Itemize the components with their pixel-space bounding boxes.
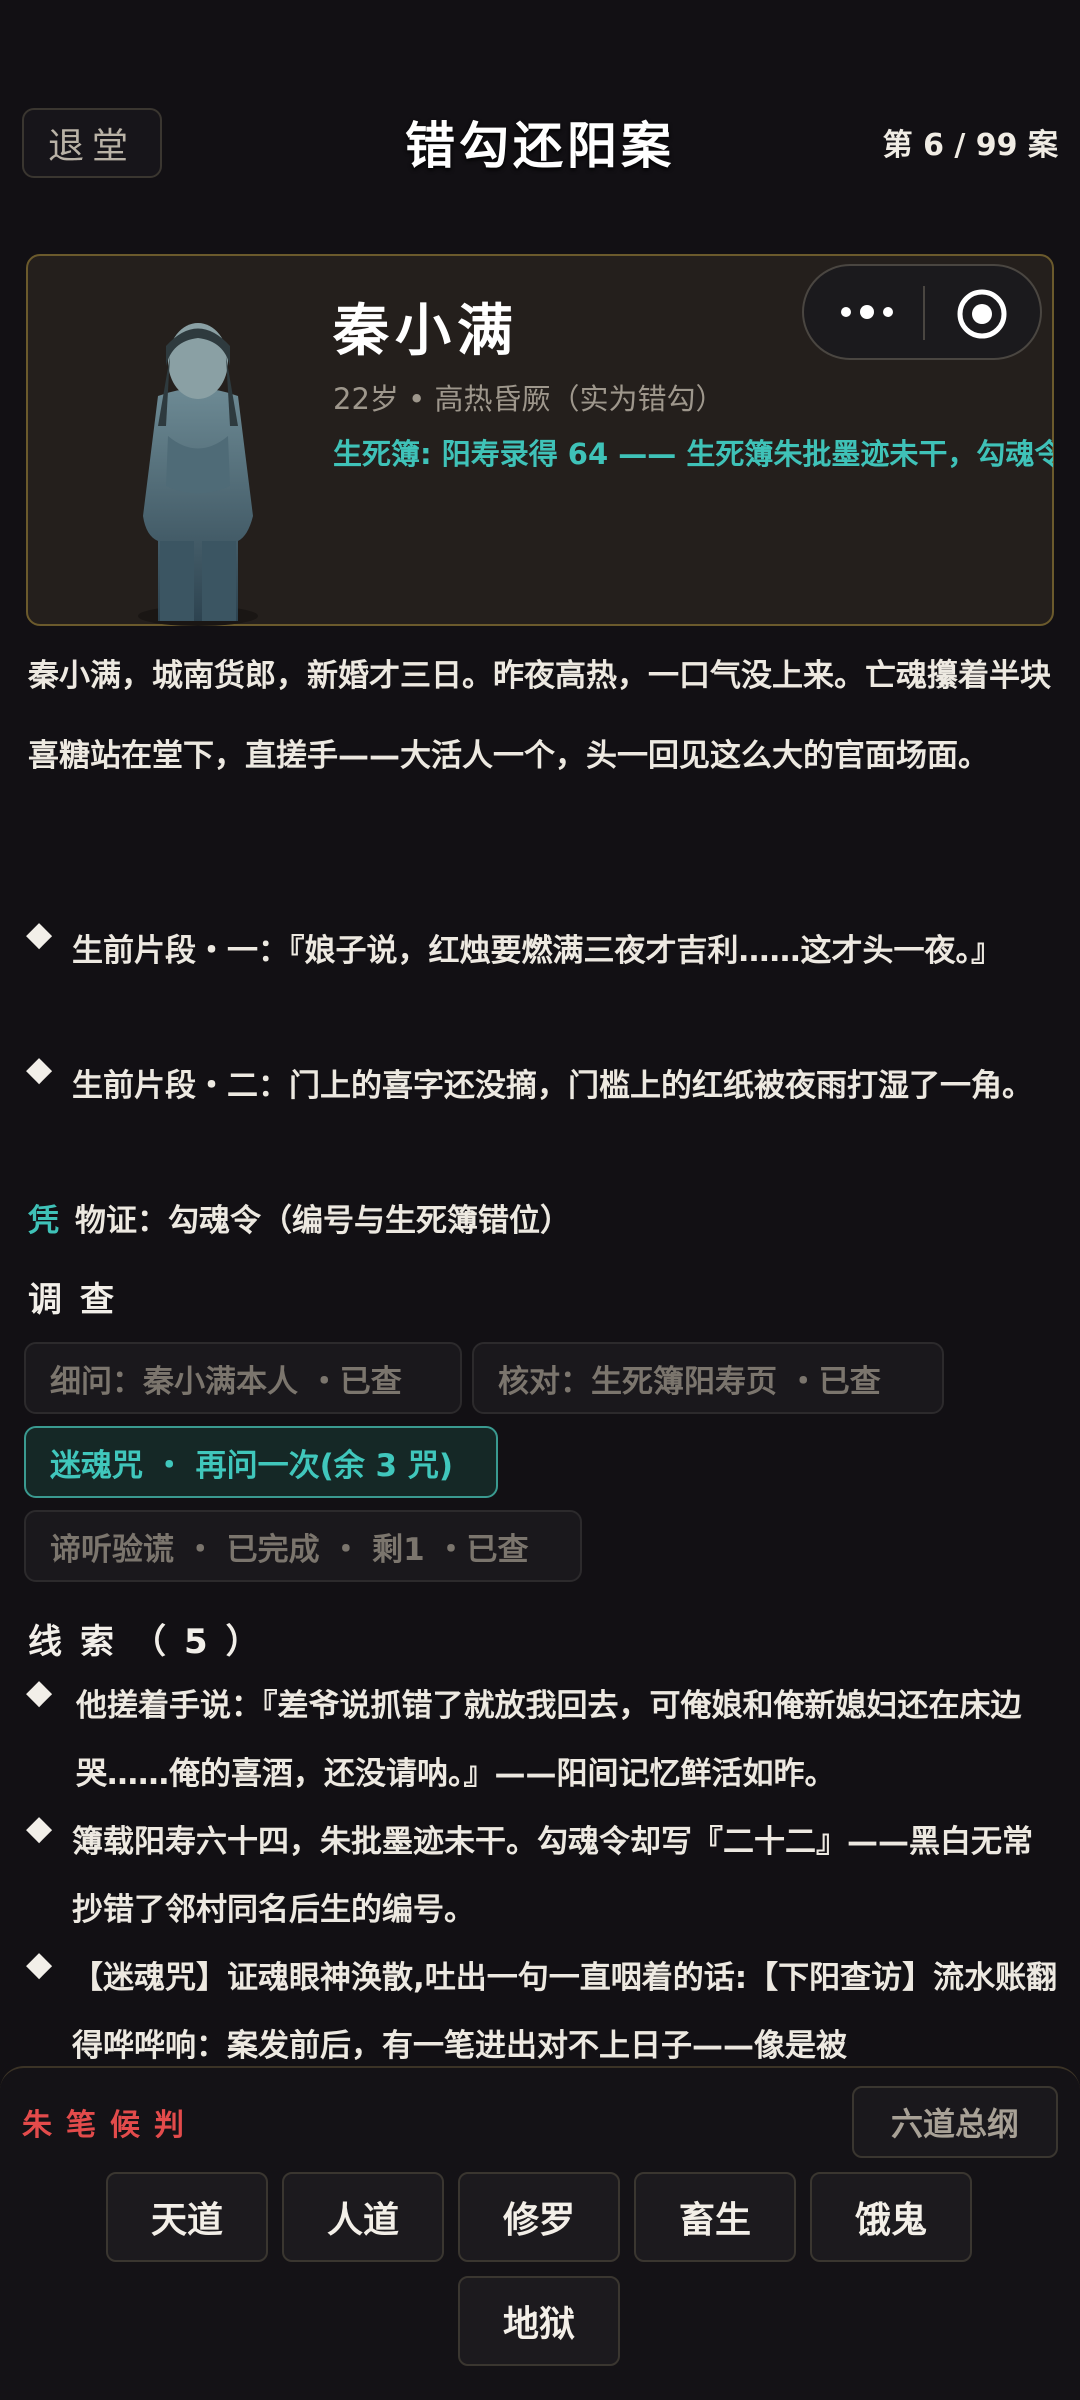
clue-item: 【迷魂咒】证魂眼神涣散,吐出一句一直咽着的话:【下阳查访】流水账翻得哗哗响：案发… — [72, 1960, 1058, 2064]
memory-fragment: 生前片段・一：『娘子说，红烛要燃满三夜才吉利……这才头一夜。』 — [72, 933, 1002, 969]
life-record: 生死簿: 阳寿录得 64 —— 生死簿朱批墨迹未干，勾魂令 — [333, 437, 1053, 471]
diamond-bullet-icon: ◆ — [26, 914, 53, 954]
investigate-title: 调查 — [28, 1280, 132, 1320]
more-dots-icon[interactable] — [832, 294, 902, 330]
diamond-bullet-icon: ◆ — [26, 1808, 53, 1848]
realm-button-animal[interactable]: 畜生 — [634, 2172, 796, 2262]
six-realms-overview-button[interactable]: 六道总纲 — [852, 2086, 1058, 2158]
realm-button-hungry-ghost[interactable]: 饿鬼 — [810, 2172, 972, 2262]
diamond-bullet-icon: ◆ — [26, 1672, 53, 1712]
realm-button-hell[interactable]: 地狱 — [458, 2276, 620, 2366]
capsule-divider — [923, 286, 925, 340]
investigate-action-ask[interactable]: 细问：秦小满本人 ・已查 — [24, 1342, 462, 1414]
investigate-action-spell[interactable]: 迷魂咒 ・ 再问一次(余 3 咒) — [24, 1426, 498, 1498]
clue-item: 簿载阳寿六十四，朱批墨迹未干。勾魂令却写『二十二』——黑白无常抄错了邻村同名后生… — [72, 1824, 1033, 1928]
evidence-text: 物证：勾魂令（编号与生死簿错位） — [75, 1203, 571, 1239]
diamond-bullet-icon: ◆ — [26, 1049, 53, 1089]
evidence-mark: 凭 — [28, 1203, 59, 1239]
target-circle-icon[interactable] — [954, 286, 1010, 342]
realm-button-heaven[interactable]: 天道 — [106, 2172, 268, 2262]
case-counter: 第 6 / 99 案 — [882, 128, 1058, 163]
character-name: 秦小满 — [333, 299, 519, 364]
verdict-label: 朱笔候判 — [22, 2108, 198, 2143]
clues-title: 线索（5） — [28, 1622, 278, 1662]
memory-fragment: 生前片段・二：门上的喜字还没摘，门槛上的红纸被夜雨打湿了一角。 — [72, 1068, 1033, 1104]
realm-button-asura[interactable]: 修罗 — [458, 2172, 620, 2262]
realm-button-human[interactable]: 人道 — [282, 2172, 444, 2262]
evidence-row: 凭物证：勾魂令（编号与生死簿错位） — [28, 1196, 571, 1246]
investigate-action-verify[interactable]: 核对：生死簿阳寿页 ・已查 — [472, 1342, 944, 1414]
character-info: 22岁 • 高热昏厥（实为错勾） — [333, 382, 725, 416]
ghost-portrait — [138, 323, 258, 626]
investigate-action-liedetect[interactable]: 谛听验谎 ・ 已完成 ・ 剩1 ・已查 — [24, 1510, 582, 1582]
verdict-panel: 朱笔候判 六道总纲 天道 人道 修罗 畜生 饿鬼 地狱 — [0, 2066, 1080, 2400]
clue-item: 他搓着手说：『差爷说抓错了就放我回去，可俺娘和俺新媳妇还在床边哭……俺的喜酒，还… — [76, 1688, 1022, 1792]
story-intro: 秦小满，城南货郎，新婚才三日。昨夜高热，一口气没上来。亡魂攥着半块喜糖站在堂下，… — [28, 658, 1051, 774]
diamond-bullet-icon: ◆ — [26, 1944, 53, 1984]
capsule-menu — [802, 264, 1042, 360]
